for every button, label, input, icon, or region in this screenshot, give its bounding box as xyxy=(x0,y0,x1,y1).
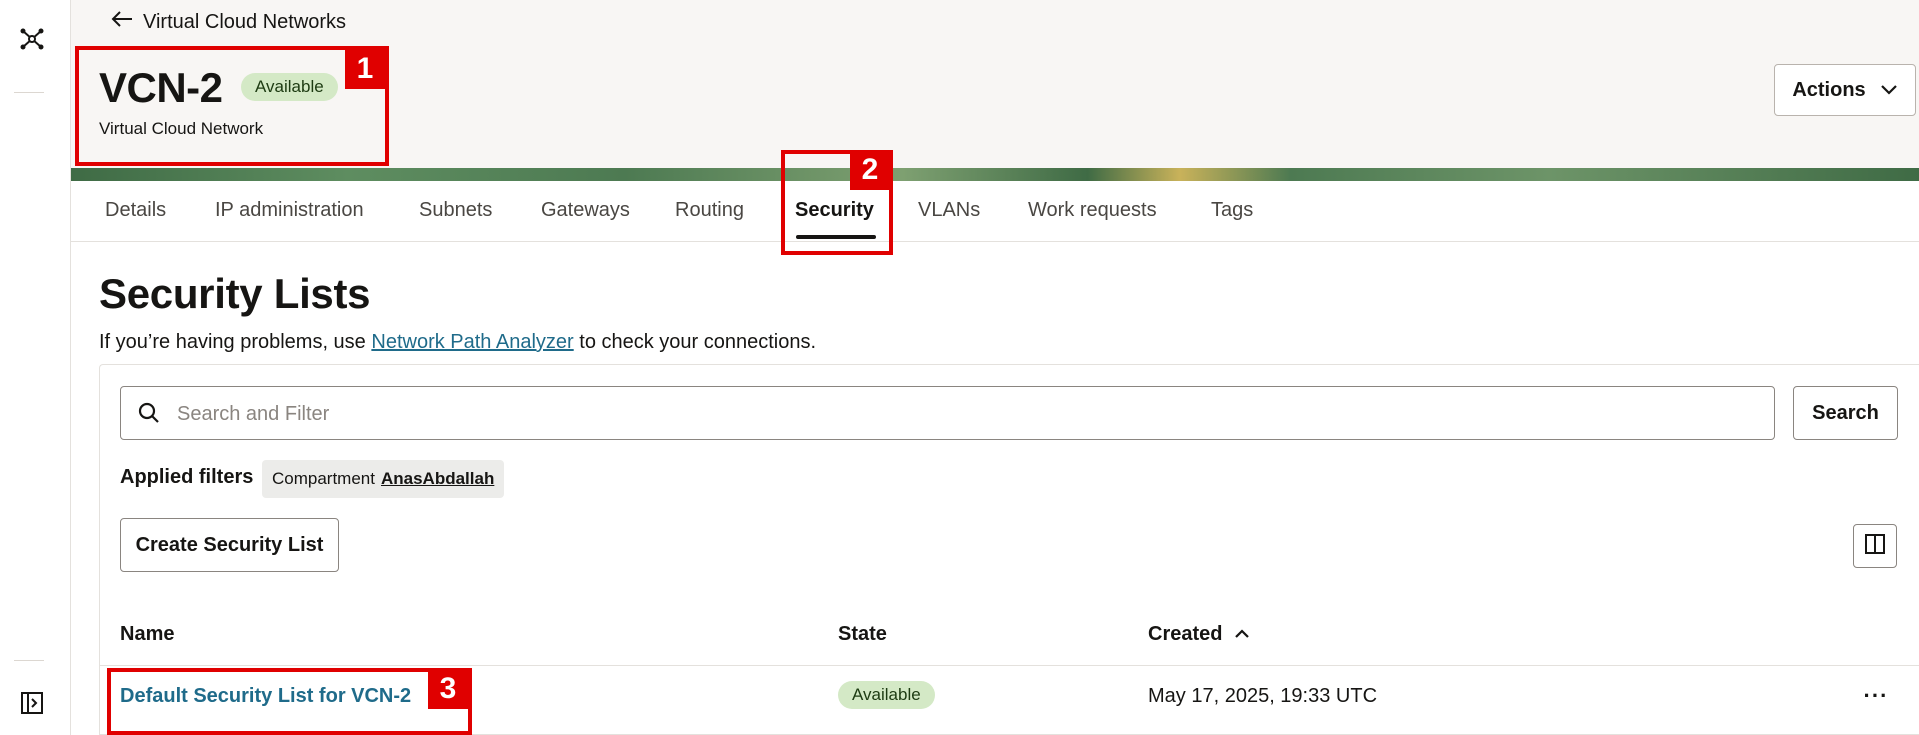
search-field[interactable] xyxy=(120,386,1775,441)
row-created-date: May 17, 2025, 19:33 UTC xyxy=(1148,685,1378,707)
tab-bar: Details IP administration Subnets Gatewa… xyxy=(71,181,1919,242)
help-suffix: to check your connections. xyxy=(573,331,817,353)
tab-gateways[interactable]: Gateways xyxy=(541,199,630,222)
decorative-banner xyxy=(71,168,1919,181)
table-header-divider xyxy=(100,665,1919,666)
rail-divider xyxy=(14,660,44,661)
tab-tags[interactable]: Tags xyxy=(1211,199,1253,222)
tab-ip-administration[interactable]: IP administration xyxy=(215,199,364,222)
columns-icon xyxy=(1864,533,1886,560)
back-link[interactable]: Virtual Cloud Networks xyxy=(111,10,346,34)
column-settings-button[interactable] xyxy=(1853,524,1897,568)
arrow-left-icon xyxy=(111,10,133,34)
column-header-name[interactable]: Name xyxy=(120,623,174,646)
rail-divider xyxy=(14,92,44,93)
help-text: If you’re having problems, use Network P… xyxy=(99,331,816,354)
column-header-created[interactable]: Created xyxy=(1148,623,1250,646)
filter-chip-value[interactable]: AnasAbdallah xyxy=(381,469,494,489)
search-button[interactable]: Search xyxy=(1793,386,1898,440)
row-status-badge: Available xyxy=(838,681,935,709)
annotation-number-1: 1 xyxy=(345,49,385,89)
tab-details[interactable]: Details xyxy=(105,199,166,222)
tab-routing[interactable]: Routing xyxy=(675,199,744,222)
left-rail xyxy=(0,0,71,735)
actions-label: Actions xyxy=(1792,78,1866,101)
annotation-box-1 xyxy=(75,46,389,166)
column-header-state[interactable]: State xyxy=(838,623,887,646)
filter-chip-compartment[interactable]: Compartment AnasAbdallah xyxy=(262,460,505,498)
tab-subnets[interactable]: Subnets xyxy=(419,199,492,222)
search-input[interactable] xyxy=(175,387,1759,441)
sort-ascending-icon[interactable] xyxy=(1234,623,1250,646)
section-title: Security Lists xyxy=(99,270,371,317)
back-link-label: Virtual Cloud Networks xyxy=(143,10,347,33)
annotation-box-3 xyxy=(107,668,472,735)
help-prefix: If you’re having problems, use xyxy=(99,331,372,353)
network-path-analyzer-link[interactable]: Network Path Analyzer xyxy=(371,331,573,353)
chevron-down-icon xyxy=(1880,79,1898,102)
applied-filters-label: Applied filters xyxy=(120,466,254,488)
annotation-number-2: 2 xyxy=(850,150,890,190)
filter-chip-key: Compartment xyxy=(272,469,375,488)
create-security-list-button[interactable]: Create Security List xyxy=(120,518,339,572)
annotation-number-3: 3 xyxy=(428,669,468,709)
tab-work-requests[interactable]: Work requests xyxy=(1028,199,1157,222)
column-header-created-label: Created xyxy=(1148,623,1223,645)
more-icon[interactable]: ··· xyxy=(1858,680,1894,712)
actions-button[interactable]: Actions xyxy=(1774,64,1916,116)
network-icon[interactable] xyxy=(17,24,47,54)
expand-panel-icon[interactable] xyxy=(17,688,47,718)
search-icon xyxy=(137,401,161,430)
tab-vlans[interactable]: VLANs xyxy=(918,199,980,222)
